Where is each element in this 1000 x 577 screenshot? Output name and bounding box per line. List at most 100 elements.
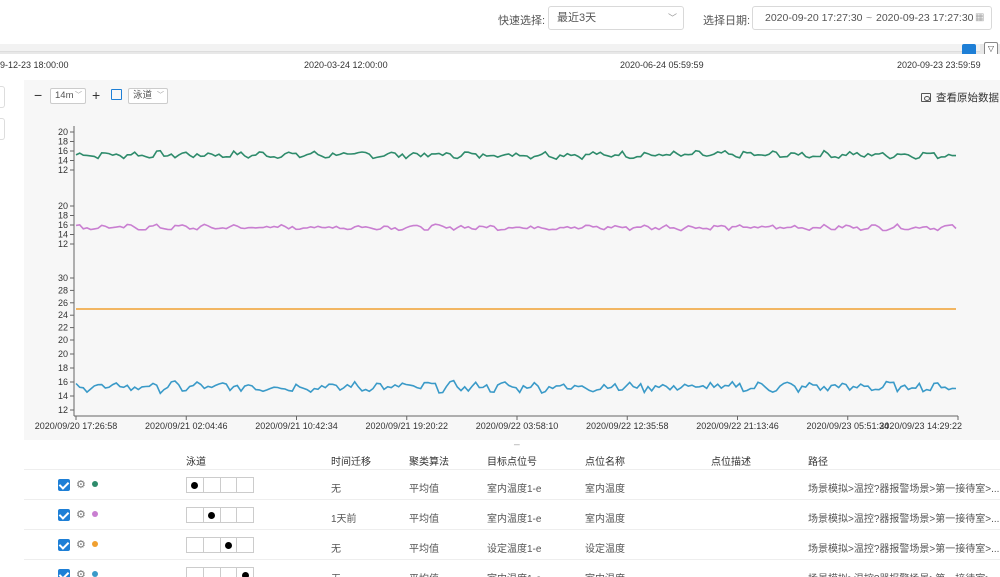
start-date[interactable]: 2020-09-20 17:27:30 — [765, 7, 863, 29]
lane-slot[interactable] — [237, 478, 253, 492]
y-tick-label: 14 — [58, 391, 68, 401]
path-value: 场景模拟>温控?器报警场景>第一接待室>... — [808, 544, 1000, 555]
chevron-down-icon: ﹀ — [157, 92, 164, 99]
lane-slot[interactable] — [187, 538, 204, 552]
y-tick-label: 28 — [58, 285, 68, 295]
lane-select-value: 泳道 — [133, 90, 153, 101]
date-label: 选择日期: — [703, 15, 751, 27]
lane-layout-icon[interactable] — [111, 89, 122, 100]
gear-icon[interactable]: ⚙ — [76, 508, 86, 521]
zoom-out-button[interactable]: − — [34, 88, 42, 102]
x-tick-label: 2020/09/20 17:26:58 — [35, 421, 118, 431]
lane-slot[interactable] — [221, 508, 238, 522]
lane-slot[interactable] — [187, 508, 204, 522]
lane-picker[interactable] — [186, 477, 254, 493]
col-target-point: 目标点位号 — [487, 457, 537, 468]
lane-slot[interactable] — [237, 568, 253, 577]
table-row[interactable]: ⚙ 无 平均值 设定温度1-e 设定温度 场景模拟>温控?器报警场景>第一接待室>... — [24, 530, 1000, 560]
series-color-dot — [92, 511, 98, 517]
series-checkbox[interactable] — [58, 479, 70, 491]
lane-slot[interactable] — [204, 508, 221, 522]
y-tick-label: 20 — [58, 335, 68, 345]
algorithm-value: 平均值 — [409, 544, 439, 555]
lane-picker[interactable] — [186, 537, 254, 553]
timeline-label: 9-12-23 18:00:00 — [0, 60, 69, 70]
quick-select-dropdown[interactable]: 最近3天 ﹀ — [548, 6, 684, 30]
point-name-value: 室内温度 — [585, 484, 625, 495]
lane-picker[interactable] — [186, 567, 254, 577]
time-shift-value: 无 — [331, 484, 341, 495]
lane-slot[interactable] — [221, 538, 238, 552]
lane-slot[interactable] — [221, 478, 238, 492]
y-tick-label: 22 — [58, 323, 68, 333]
time-shift-value: 无 — [331, 544, 341, 555]
gear-icon[interactable]: ⚙ — [76, 568, 86, 577]
x-tick-label: 2020/09/22 12:35:58 — [586, 421, 669, 431]
y-tick-label: 18 — [58, 363, 68, 373]
x-tick-label: 2020/09/23 05:51:34 — [806, 421, 889, 431]
gear-icon[interactable]: ⚙ — [76, 478, 86, 491]
x-tick-label: 2020/09/22 03:58:10 — [476, 421, 559, 431]
interval-select[interactable]: 14m ﹀ — [50, 88, 86, 104]
chevron-down-icon: ﹀ — [75, 92, 82, 99]
algorithm-value: 平均值 — [409, 484, 439, 495]
view-raw-data-button[interactable]: 查看原始数据 — [921, 90, 999, 105]
lane-slot[interactable] — [221, 568, 238, 577]
series-checkbox[interactable] — [58, 569, 70, 577]
lane-slot[interactable] — [237, 508, 253, 522]
lane-marker — [224, 541, 232, 549]
lane-picker[interactable] — [186, 507, 254, 523]
y-tick-label: 16 — [58, 146, 68, 156]
timeline-label: 2020-09-23 23:59:59 — [897, 60, 981, 70]
x-tick-label: 2020/09/21 02:04:46 — [145, 421, 228, 431]
left-panel-edge[interactable] — [0, 86, 5, 108]
lane-select[interactable]: 泳道 ﹀ — [128, 88, 168, 104]
zoom-in-button[interactable]: + — [92, 88, 100, 102]
y-tick-label: 12 — [58, 165, 68, 175]
lane-slot[interactable] — [204, 538, 221, 552]
table-row[interactable]: ⚙ 无 平均值 室内温度1-e 室内温度 场景模拟>温控?器报警场景>第一接待室>... — [24, 470, 1000, 500]
table-header: 泳道 时间迁移 聚类算法 目标点位号 点位名称 点位描述 路径 — [24, 446, 1000, 470]
y-tick-label: 20 — [58, 127, 68, 137]
timeline-range-thumb[interactable] — [0, 44, 980, 52]
y-tick-label: 16 — [58, 377, 68, 387]
series-line — [75, 149, 956, 161]
series-checkbox[interactable] — [58, 509, 70, 521]
y-tick-label: 18 — [58, 211, 68, 221]
y-tick-label: 14 — [58, 156, 68, 166]
lane-slot[interactable] — [204, 478, 221, 492]
x-tick-label: 2020/09/21 10:42:34 — [255, 421, 338, 431]
col-point-name: 点位名称 — [585, 457, 625, 468]
table-row[interactable]: ⚙ 无 平均值 室内温度1-e 室内温度 场景模拟>温控?器报警场景>第一接待室>... — [24, 560, 1000, 577]
calendar-icon[interactable]: ▦ — [975, 7, 984, 29]
series-table: 泳道 时间迁移 聚类算法 目标点位号 点位名称 点位描述 路径 ⚙ 无平均值 室内温… — [24, 446, 1000, 577]
left-panel-edge[interactable] — [0, 118, 5, 140]
point-name-value: 室内温度 — [585, 514, 625, 525]
gear-icon[interactable]: ⚙ — [76, 538, 86, 551]
target-point-value: 室内温度1-e — [487, 484, 542, 495]
timeline-label: 2020-06-24 05:59:59 — [620, 60, 704, 70]
y-tick-label: 16 — [58, 220, 68, 230]
chevron-down-icon: ﹀ — [667, 13, 677, 23]
lane-marker — [191, 481, 199, 489]
y-tick-label: 12 — [58, 239, 68, 249]
time-shift-value: 无 — [331, 570, 341, 577]
lane-slot[interactable] — [187, 568, 204, 577]
lane-slot[interactable] — [237, 538, 253, 552]
x-tick-label: 2020/09/22 21:13:46 — [696, 421, 779, 431]
path-value: 场景模拟>温控?器报警场景>第一接待室>... — [808, 484, 1000, 495]
series-color-dot — [92, 481, 98, 487]
algorithm-value: 平均值 — [409, 514, 439, 525]
table-row[interactable]: ⚙ 1天前 平均值 室内温度1-e 室内温度 场景模拟>温控?器报警场景>第一接待室>..… — [24, 500, 1000, 530]
lane-slot[interactable] — [204, 568, 221, 577]
time-shift-value: 1天前 — [331, 514, 357, 525]
y-tick-label: 24 — [58, 310, 68, 320]
col-algorithm: 聚类算法 — [409, 457, 449, 468]
lane-slot[interactable] — [187, 478, 204, 492]
end-date[interactable]: 2020-09-23 17:27:30 — [876, 7, 974, 29]
point-name-value: 室内温度 — [585, 570, 625, 577]
date-range-picker[interactable]: 2020-09-20 17:27:30 ~ 2020-09-23 17:27:3… — [752, 6, 992, 30]
series-checkbox[interactable] — [58, 539, 70, 551]
x-tick-label: 2020/09/21 19:20:22 — [365, 421, 448, 431]
y-tick-label: 12 — [58, 405, 68, 415]
